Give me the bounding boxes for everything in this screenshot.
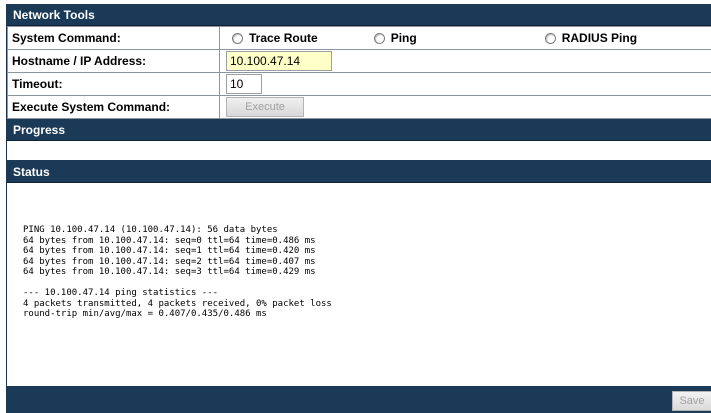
ping-output-text: PING 10.100.47.14 (10.100.47.14): 56 dat…	[23, 225, 332, 319]
radio-circle-icon[interactable]	[232, 32, 243, 44]
progress-area	[7, 141, 711, 161]
trace-route-radio[interactable]: Trace Route	[232, 31, 318, 45]
hostname-row: Hostname / IP Address:	[7, 49, 711, 73]
ping-radio[interactable]: Ping	[373, 31, 417, 45]
radius-ping-label: RADIUS Ping	[561, 31, 638, 45]
network-tools-header: Network Tools	[7, 4, 711, 26]
timeout-row: Timeout:	[7, 72, 711, 96]
save-button[interactable]: Save	[672, 391, 711, 411]
trace-route-label: Trace Route	[249, 31, 318, 45]
hostname-label: Hostname / IP Address:	[7, 49, 220, 73]
timeout-field	[219, 72, 711, 96]
ping-label: Ping	[390, 31, 417, 45]
system-command-row: System Command: Trace Route Ping RADIUS …	[7, 26, 711, 50]
network-tools-panel: Network Tools System Command: Trace Rout…	[6, 4, 711, 413]
timeout-label: Timeout:	[7, 72, 220, 96]
execute-button[interactable]: Execute	[226, 97, 304, 117]
hostname-field	[219, 49, 711, 73]
execute-row: Execute System Command: Execute	[7, 95, 711, 119]
network-tools-form: System Command: Trace Route Ping RADIUS …	[7, 26, 711, 119]
execute-label: Execute System Command:	[7, 95, 220, 119]
status-header: Status	[7, 161, 711, 183]
system-command-field: Trace Route Ping RADIUS Ping	[219, 26, 711, 50]
status-output-area: PING 10.100.47.14 (10.100.47.14): 56 dat…	[7, 183, 711, 379]
hostname-input[interactable]	[226, 51, 332, 71]
radio-circle-icon[interactable]	[544, 32, 556, 44]
radio-circle-icon[interactable]	[373, 32, 385, 44]
execute-field: Execute	[219, 95, 711, 119]
progress-header: Progress	[7, 119, 711, 141]
footer-bar: Save	[7, 386, 711, 413]
timeout-input[interactable]	[226, 74, 262, 94]
system-command-label: System Command:	[7, 26, 220, 50]
radius-ping-radio[interactable]: RADIUS Ping	[544, 31, 638, 45]
